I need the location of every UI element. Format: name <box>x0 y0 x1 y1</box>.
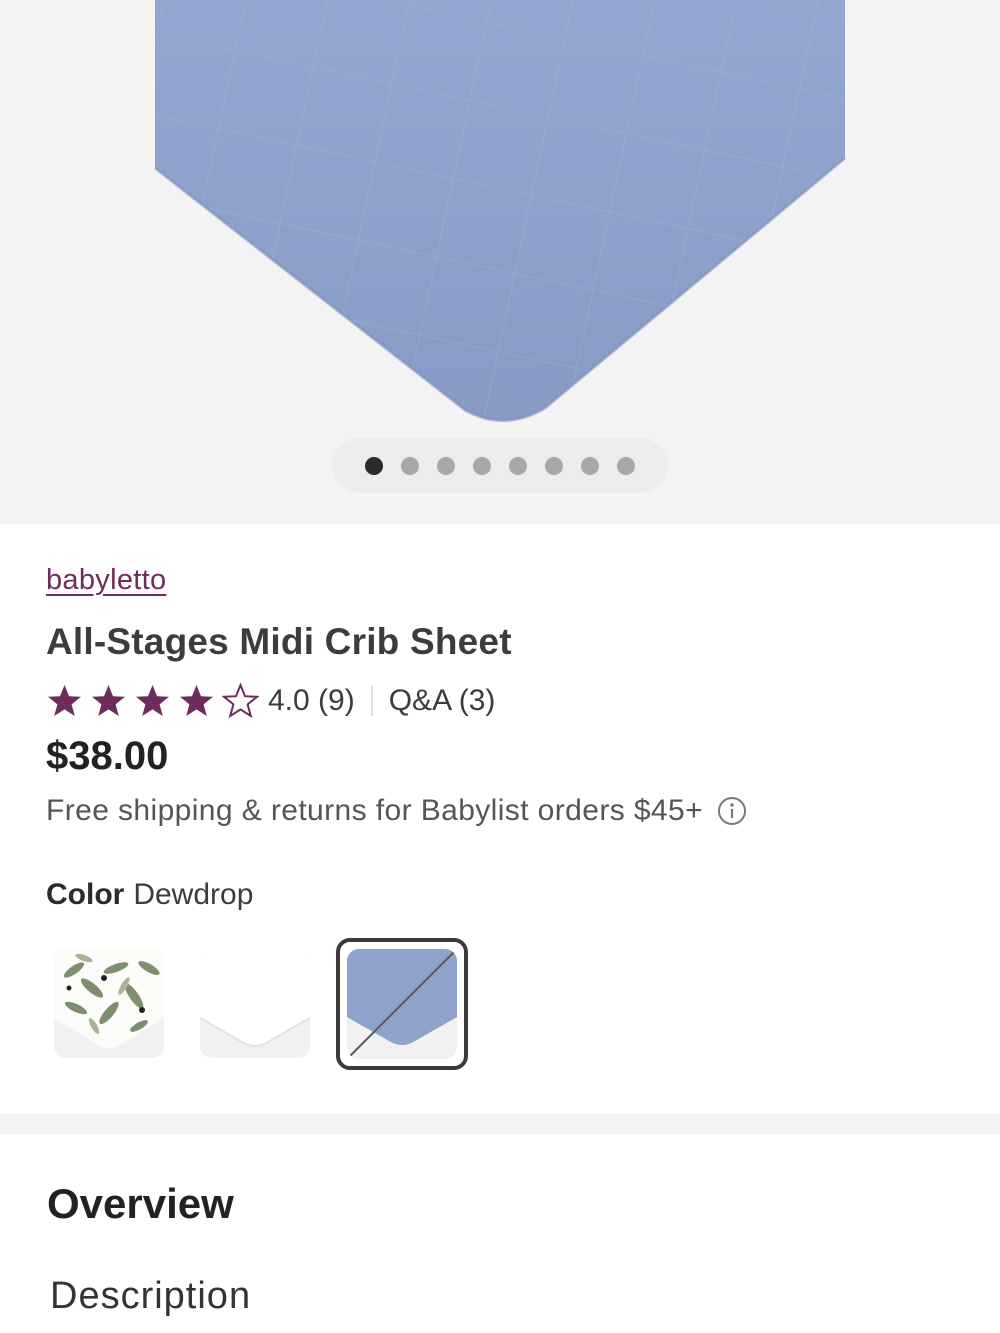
color-label: Color <box>46 878 125 911</box>
star-filled-icon <box>180 684 213 716</box>
product-info: babyletto All-Stages Midi Crib Sheet 4.0… <box>0 524 1000 1114</box>
product-image-gallery[interactable] <box>0 0 1000 524</box>
product-price: $38.00 <box>46 734 169 778</box>
star-empty-icon <box>222 682 259 718</box>
star-filled-icon <box>92 684 125 716</box>
brand-link[interactable]: babyletto <box>46 564 166 597</box>
selected-color-name: Dewdrop <box>133 878 254 911</box>
rating-text[interactable]: 4.0 (9) <box>268 684 355 718</box>
star-filled-icon <box>136 684 169 716</box>
pagination-dot[interactable] <box>365 456 383 475</box>
dewdrop-swatch[interactable] <box>347 949 457 1059</box>
rating-stars[interactable] <box>46 682 259 720</box>
product-title: All-Stages Midi Crib Sheet <box>46 621 512 662</box>
section-divider <box>0 1114 1000 1134</box>
overview-heading: Overview <box>47 1180 234 1227</box>
white-swatch[interactable] <box>200 948 310 1058</box>
pagination-dot[interactable] <box>545 456 563 475</box>
description-toggle[interactable]: Description <box>50 1275 251 1318</box>
divider <box>370 686 373 716</box>
shipping-text: Free shipping & returns for Babylist ord… <box>46 794 704 827</box>
pagination-dot[interactable] <box>617 456 635 475</box>
pagination-dot[interactable] <box>437 456 455 475</box>
pagination-dot[interactable] <box>509 456 527 475</box>
shipping-info: Free shipping & returns for Babylist ord… <box>46 794 747 828</box>
color-selector-label: Color Dewdrop <box>46 878 253 912</box>
pagination-dot[interactable] <box>473 456 491 475</box>
pagination-dot[interactable] <box>401 456 419 475</box>
qa-link[interactable]: Q&A (3) <box>389 684 496 718</box>
star-filled-icon <box>48 684 81 716</box>
rating-row: 4.0 (9) Q&A (3) <box>46 679 495 723</box>
info-icon[interactable] <box>717 796 747 826</box>
pagination-dot[interactable] <box>581 456 599 475</box>
olive-leaf-swatch[interactable] <box>54 948 164 1058</box>
image-pagination <box>332 438 668 493</box>
